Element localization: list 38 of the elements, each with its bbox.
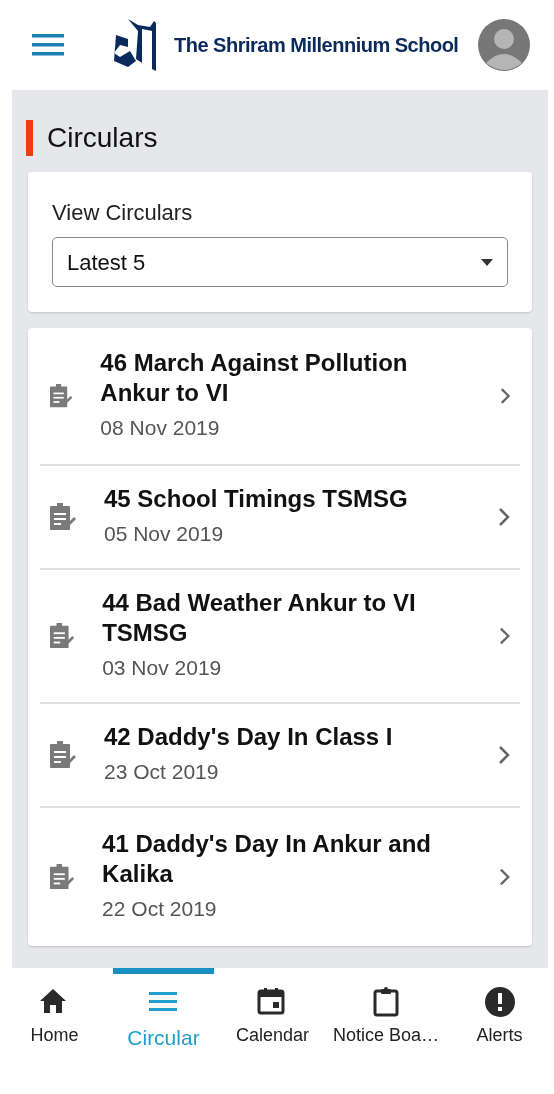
nav-tab[interactable]: Home [0,968,109,1060]
document-icon [50,382,73,410]
chevron-right-icon [498,745,510,765]
circular-date: 05 Nov 2019 [104,521,225,548]
circular-date: 23 Oct 2019 [104,759,220,786]
avatar-icon[interactable] [478,19,530,71]
circular-date: 03 Nov 2019 [102,655,223,682]
document-icon [50,741,76,769]
document-icon [50,863,75,891]
circular-title: 46 March Against Pollution Ankur to VI [100,348,409,409]
menu-icon[interactable] [32,34,64,56]
chevron-right-icon [499,386,510,406]
school-name: The Shriram Millennium School [174,33,459,58]
circular-date: 22 Oct 2019 [102,896,218,923]
circular-item[interactable]: 41 Daddy's Day In Ankur and Kalika 22 Oct 2019 [40,808,520,946]
caret-icon [481,258,493,266]
nav-tab[interactable]: Calendar [217,968,327,1060]
alert-icon [483,986,516,1018]
chevron-right-icon [498,507,510,527]
circular-item[interactable]: 42 Daddy's Day In Class I 23 Oct 2019 [40,704,520,808]
circular-title: 44 Bad Weather Ankur to VI TSMSG [102,588,417,649]
page-title: Circulars [26,120,532,156]
chevron-right-icon [498,867,510,887]
filter-label: View Circulars [52,199,194,227]
nav-tab[interactable]: Notice Boa… [326,968,445,1060]
circular-date: 08 Nov 2019 [100,415,221,442]
circular-title: 42 Daddy's Day In Class I [104,722,394,753]
circular-item[interactable]: 44 Bad Weather Ankur to VI TSMSG 03 Nov 2019 [40,570,520,704]
logo-icon [112,17,158,73]
circular-title: 41 Daddy's Day In Ankur and Kalika [102,829,433,890]
document-icon [50,503,76,531]
circular-item[interactable]: 46 March Against Pollution Ankur to VI 08 Nov 2019 [40,328,520,466]
circular-title: 45 School Timings TSMSG [104,484,409,515]
circular-item[interactable]: 45 School Timings TSMSG 05 Nov 2019 [40,466,520,570]
chevron-right-icon [498,626,510,646]
circulars-dropdown[interactable]: Latest 5 [52,237,508,287]
document-icon [50,622,75,650]
nav-tab[interactable]: Alerts [445,968,554,1060]
